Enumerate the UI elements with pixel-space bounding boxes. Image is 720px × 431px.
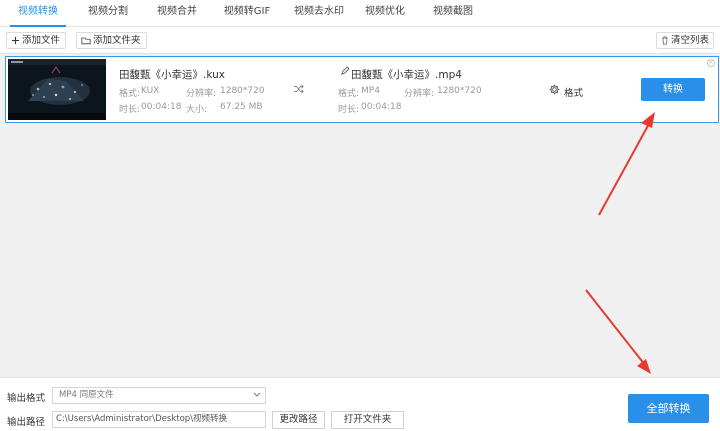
add-folder-button[interactable]: 添加文件夹 (76, 32, 147, 49)
source-duration-value: 00:04:18 (141, 102, 182, 112)
folder-icon (81, 37, 91, 45)
gear-icon[interactable] (549, 84, 560, 95)
source-resolution-label: 分辨率: (186, 89, 217, 99)
output-duration-value: 00:04:18 (361, 102, 402, 112)
output-duration-label: 时长: (338, 105, 360, 115)
format-settings-button[interactable]: 格式 (564, 85, 583, 99)
tab-video-remove-watermark[interactable]: 视频去水印 (288, 0, 350, 27)
output-panel: 输出格式 MP4 同原文件 输出路径 C:\Users\Administrato… (0, 377, 720, 431)
clear-list-label: 清空列表 (670, 35, 709, 46)
tab-video-optimize[interactable]: 视频优化 (360, 0, 410, 27)
convert-all-button[interactable]: 全部转换 (628, 394, 709, 423)
video-thumbnail (8, 59, 106, 120)
add-folder-label: 添加文件夹 (93, 35, 141, 46)
source-resolution-value: 1280*720 (220, 86, 265, 96)
plus-icon (11, 36, 20, 45)
trash-icon (662, 36, 668, 45)
tab-video-screenshot[interactable]: 视频截图 (428, 0, 478, 27)
output-resolution-label: 分辨率: (404, 89, 435, 99)
clear-list-button[interactable]: 清空列表 (655, 32, 714, 49)
tab-video-convert[interactable]: 视频转换 (10, 0, 66, 27)
file-row[interactable]: × 田馥甄《小幸运》.kux 格式: KUX 分辨率: 1280*720 时长:… (5, 56, 719, 123)
pencil-icon[interactable] (340, 66, 349, 76)
output-file-name[interactable]: 田馥甄《小幸运》.mp4 (351, 67, 462, 82)
tab-video-split[interactable]: 视频分割 (83, 0, 133, 27)
output-format-label: 格式: (338, 89, 360, 99)
source-size-value: 67.25 MB (220, 102, 263, 112)
open-folder-button[interactable]: 打开文件夹 (331, 411, 404, 429)
tab-video-to-gif[interactable]: 视频转GIF (220, 0, 274, 27)
file-list: × 田馥甄《小幸运》.kux 格式: KUX 分辨率: 1280*720 时长:… (0, 54, 720, 377)
output-resolution-value: 1280*720 (437, 86, 482, 96)
source-format-value: KUX (141, 86, 160, 96)
toolbar: 添加文件 添加文件夹 清空列表 (0, 27, 720, 54)
remove-file-close-icon[interactable]: × (707, 59, 715, 67)
output-path-field[interactable]: C:\Users\Administrator\Desktop\视频转换 (52, 411, 266, 428)
output-path-label: 输出路径 (7, 417, 46, 428)
chevron-down-icon (253, 392, 261, 397)
source-duration-label: 时长: (119, 105, 141, 115)
convert-button[interactable]: 转换 (641, 78, 705, 101)
add-file-button[interactable]: 添加文件 (6, 32, 67, 49)
add-file-label: 添加文件 (22, 35, 61, 46)
source-file-name: 田馥甄《小幸运》.kux (119, 69, 225, 81)
source-size-label: 大小: (186, 105, 208, 115)
output-format-selected: MP4 同原文件 (59, 390, 114, 400)
source-format-label: 格式: (119, 89, 141, 99)
output-format-value: MP4 (361, 86, 380, 96)
tab-video-merge[interactable]: 视频合并 (152, 0, 202, 27)
tab-bar: 视频转换 视频分割 视频合并 视频转GIF 视频去水印 视频优化 视频截图 (0, 0, 720, 27)
shuffle-icon (294, 84, 304, 94)
output-format-label: 输出格式 (7, 393, 46, 404)
output-format-select[interactable]: MP4 同原文件 (52, 387, 266, 404)
change-path-button[interactable]: 更改路径 (272, 411, 325, 429)
